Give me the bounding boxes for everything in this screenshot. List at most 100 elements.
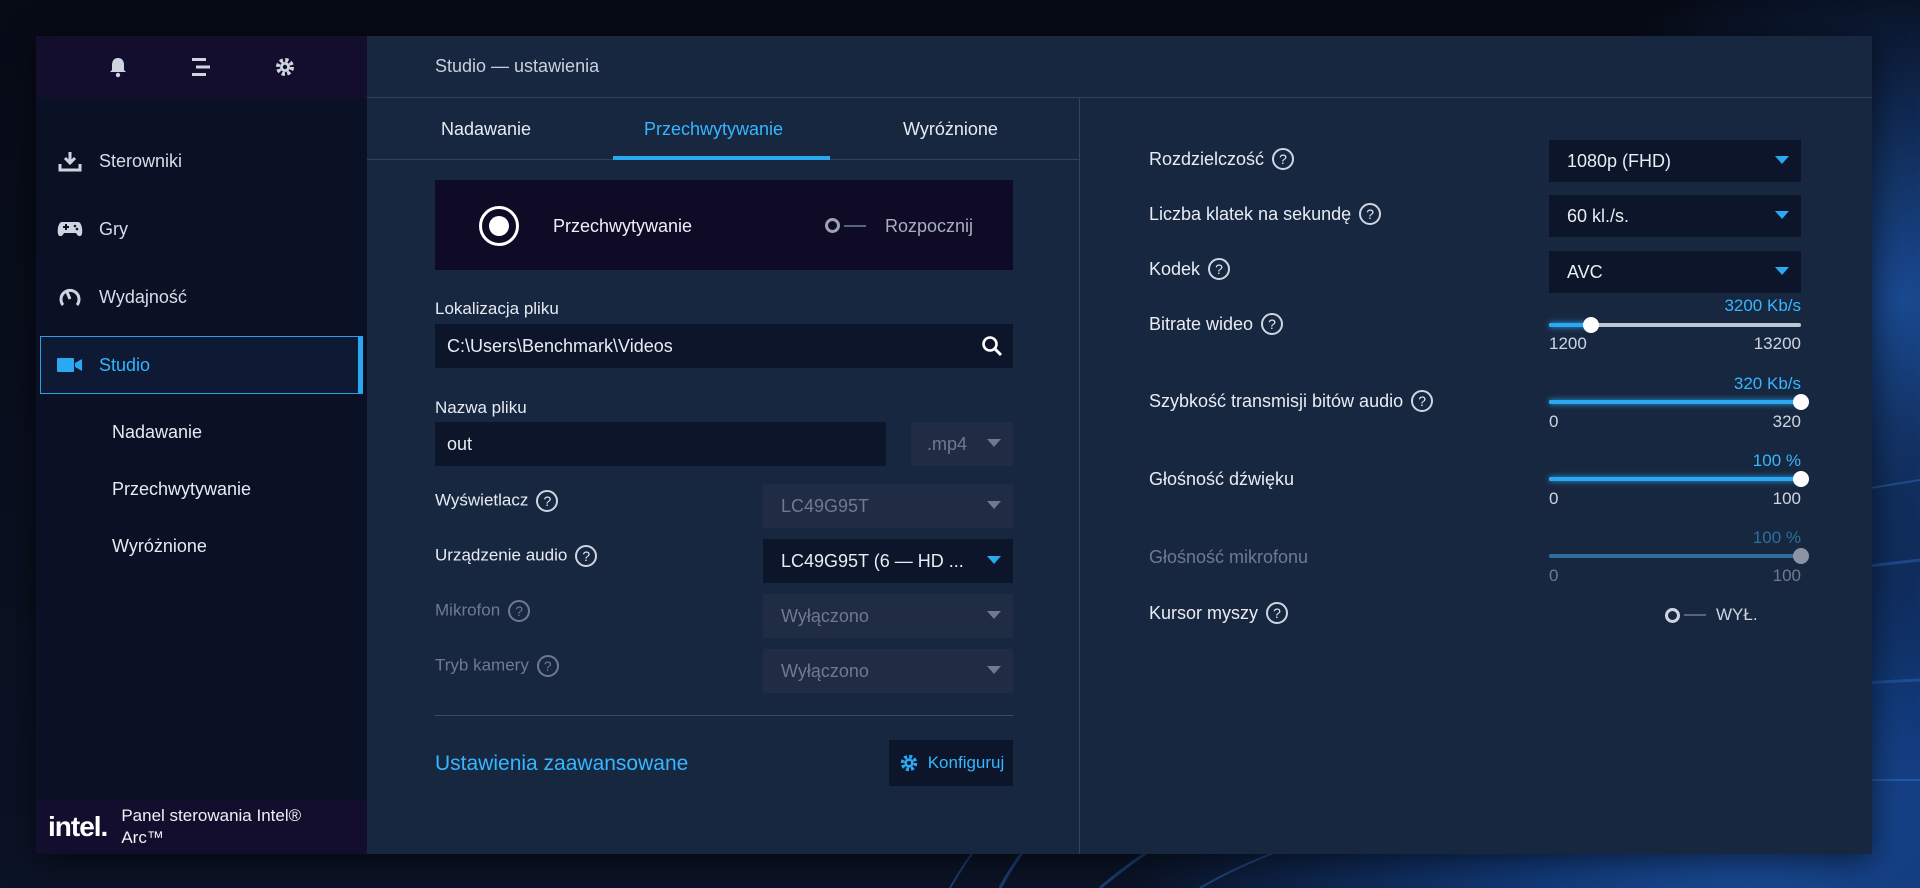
microphone-select[interactable]: Wyłączono [763,594,1013,638]
codec-label: Kodek? [1149,258,1231,280]
help-icon[interactable]: ? [575,545,598,567]
slider-value: 100 % [1752,451,1801,470]
help-icon[interactable]: ? [508,600,531,622]
chevron-down-icon [987,556,1001,564]
audio-device-select[interactable]: LC49G95T (6 — HD ... [763,539,1013,583]
display-label: Wyświetlacz? [435,490,559,512]
gear-icon [898,752,920,774]
search-icon[interactable] [981,335,1003,357]
download-icon [55,149,85,173]
file-location-label: Lokalizacja pliku [435,299,559,318]
file-location-input[interactable]: C:\Users\Benchmark\Videos [435,324,1013,368]
microphone-label: Mikrofon? [435,600,531,622]
sidebar-item-games[interactable]: Gry [40,200,363,258]
sidebar-item-studio[interactable]: Studio [40,336,363,394]
video-bitrate-slider[interactable]: 3200 Kb/s 1200 13200 [1549,296,1801,356]
chevron-down-icon [987,666,1001,674]
mic-volume-label: Głośność mikrofonu [1149,547,1309,567]
section-divider [435,715,1013,716]
display-select[interactable]: LC49G95T [763,484,1013,528]
camera-mode-label: Tryb kamery? [435,655,559,677]
volume-slider[interactable]: 100 % 0 100 [1549,451,1809,511]
sidebar-toolbar [36,36,367,98]
fps-label: Liczba klatek na sekundę? [1149,203,1382,225]
slider-track [1549,548,1809,564]
slider-max: 320 [1772,412,1801,431]
subnav-item-broadcast[interactable]: Nadawanie [36,404,367,461]
menu-lines-icon[interactable] [188,54,214,80]
file-extension-select[interactable]: .mp4 [911,422,1013,466]
subnav-item-highlights[interactable]: Wyróżnione [36,518,367,575]
sidebar-item-performance[interactable]: Wydajność [40,268,363,326]
slider-fill [1549,400,1801,404]
slider-track [1549,471,1809,487]
toggle-track [1684,614,1706,616]
studio-subnav: Nadawanie Przechwytywanie Wyróżnione [36,404,367,575]
mouse-cursor-toggle[interactable]: WYŁ. [1665,605,1758,625]
sidebar-nav: Sterowniki Gry Wydajność Studio Nadawani… [36,132,367,575]
slider-min: 1200 [1549,334,1587,353]
sidebar-item-drivers[interactable]: Sterowniki [40,132,363,190]
slider-thumb[interactable] [1583,317,1599,333]
chevron-down-icon [987,501,1001,509]
camera-mode-select[interactable]: Wyłączono [763,649,1013,693]
brand-title: Panel sterowania Intel® Arc™ [121,806,302,847]
slider-max: 100 [1772,566,1801,585]
slider-track [1549,317,1801,333]
main-panel: Studio — ustawienia Nadawanie Przechwyty… [367,36,1872,854]
start-toggle-label: Rozpocznij [885,216,974,236]
chevron-down-icon [1775,211,1789,219]
capture-control: Przechwytywanie Rozpocznij [435,180,1013,270]
resolution-label: Rozdzielczość? [1149,148,1295,170]
slider-thumb[interactable] [1793,548,1809,564]
slider-thumb[interactable] [1793,394,1809,410]
codec-select[interactable]: AVC [1549,251,1801,293]
encoding-settings-column: Rozdzielczość? 1080p (FHD) Liczba klatek… [1081,98,1872,854]
advanced-settings-link[interactable]: Ustawienia zaawansowane [435,752,688,776]
mouse-cursor-label: Kursor myszy? [1149,602,1289,624]
slider-min: 0 [1549,489,1559,508]
help-icon[interactable]: ? [1359,203,1382,225]
sidebar: Sterowniki Gry Wydajność Studio Nadawani… [36,36,367,854]
help-icon[interactable]: ? [1208,258,1231,280]
subnav-item-capture[interactable]: Przechwytywanie [36,461,367,518]
slider-max: 100 [1772,489,1801,508]
help-icon[interactable]: ? [1272,148,1295,170]
slider-track [1549,394,1809,410]
sidebar-item-label: Sterowniki [99,150,183,171]
slider-value: 100 % [1752,528,1801,547]
tab-capture[interactable]: Przechwytywanie [644,119,783,140]
resolution-select[interactable]: 1080p (FHD) [1549,140,1801,182]
speedometer-icon [55,285,85,309]
start-toggle[interactable] [825,218,866,233]
help-icon[interactable]: ? [1266,602,1289,624]
tab-highlights[interactable]: Wyróżnione [903,119,998,140]
video-bitrate-label: Bitrate wideo? [1149,313,1284,335]
chevron-down-icon [987,611,1001,619]
help-icon[interactable]: ? [1411,390,1434,412]
file-name-input[interactable]: out [435,422,886,466]
chevron-down-icon [987,439,1001,447]
tab-broadcast[interactable]: Nadawanie [441,119,531,140]
gamepad-icon [55,217,85,241]
toggle-state-label: WYŁ. [1716,605,1758,624]
slider-value: 320 Kb/s [1733,374,1801,393]
toggle-knob [1665,607,1680,623]
slider-thumb[interactable] [1793,471,1809,487]
sidebar-item-label: Studio [99,354,151,375]
volume-label: Głośność dźwięku [1149,469,1295,489]
brand-footer: intel. Panel sterowania Intel® Arc™ [36,800,367,854]
slider-max: 13200 [1753,334,1801,353]
bell-icon[interactable] [105,54,131,80]
capture-record-button[interactable] [479,206,519,246]
gear-icon[interactable] [272,54,298,80]
chevron-down-icon [1775,156,1789,164]
configure-button[interactable]: Konfiguruj [889,740,1013,786]
mic-volume-slider[interactable]: 100 % 0 100 [1549,528,1809,588]
help-icon[interactable]: ? [1261,313,1284,335]
help-icon[interactable]: ? [536,490,559,512]
audio-bitrate-slider[interactable]: 320 Kb/s 0 320 [1549,374,1809,434]
toggle-track [844,224,866,227]
help-icon[interactable]: ? [536,655,559,677]
fps-select[interactable]: 60 kl./s. [1549,195,1801,237]
